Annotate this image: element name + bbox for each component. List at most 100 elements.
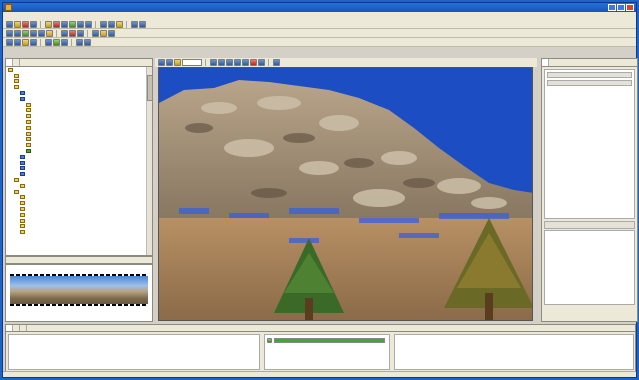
toolbar-separator [56,29,58,37]
new-icon[interactable] [6,20,13,28]
tool-icon[interactable] [61,38,68,46]
scrollbar-thumb[interactable] [147,75,153,101]
app-icon [5,4,12,11]
tool-icon[interactable] [45,38,52,46]
scan-icon [20,91,25,96]
polygon-icon[interactable] [38,29,45,37]
tree-item[interactable] [6,229,146,235]
object-button[interactable] [547,72,632,78]
menu-bar [3,12,636,20]
view-3d-icon[interactable] [166,59,173,66]
tool-icon[interactable] [84,38,91,46]
check-icon [267,337,272,343]
object-panel [541,58,638,322]
tool-icon[interactable] [53,38,60,46]
scan-viewport[interactable] [158,67,533,321]
scan-icon[interactable] [61,20,68,28]
zoom-in-icon[interactable] [210,59,217,66]
toolbar-separator [126,20,128,28]
tab-project[interactable] [6,59,13,66]
scan-image [159,68,532,320]
tool-icon[interactable] [76,38,83,46]
line-icon[interactable] [30,29,37,37]
help-icon[interactable] [139,20,146,28]
stop-icon[interactable] [53,20,60,28]
minimize-button[interactable] [608,4,616,11]
folder-icon [20,183,25,188]
folder-icon [20,224,25,229]
marker-icon[interactable] [250,59,257,66]
zoom-select[interactable] [182,59,202,66]
folder-icon [26,137,31,142]
lasso-icon[interactable] [14,29,21,37]
preview-panel [5,264,153,322]
register-icon[interactable] [69,20,76,28]
maximize-button[interactable] [617,4,625,11]
close-button[interactable] [626,4,634,11]
toolbar-separator [71,38,73,46]
mesh-icon[interactable] [85,20,92,28]
project-icon[interactable] [45,20,52,28]
rotate-icon[interactable] [77,29,84,37]
image-icon [26,149,31,154]
scan-icon [20,96,25,101]
delete-icon[interactable] [22,20,29,28]
application-window [2,2,638,378]
toolbar-separator [87,29,89,37]
folder-icon [20,212,25,217]
tab-warnings[interactable] [13,325,20,331]
display-icon[interactable] [273,59,280,66]
object-button[interactable] [547,80,632,86]
properties-body [544,230,635,305]
folder-icon [20,230,25,235]
tree-scrollbar[interactable] [146,67,153,255]
window-controls [608,4,634,11]
arrow-icon[interactable] [116,20,123,28]
camera-icon[interactable] [92,29,99,37]
measure-icon[interactable] [131,20,138,28]
open-icon[interactable] [14,20,21,28]
table-icon[interactable] [108,20,115,28]
zoom-fit-icon[interactable] [242,59,249,66]
tool-icon[interactable] [14,38,21,46]
folder-icon [14,85,19,90]
tab-objects[interactable] [542,59,549,66]
pan-icon[interactable] [234,59,241,66]
tool-icon[interactable] [6,38,13,46]
panorama-thumbnail[interactable] [10,274,148,306]
title-bar [3,3,636,12]
tool-icon[interactable] [22,38,29,46]
folder-icon [14,79,19,84]
tool-icon[interactable] [30,38,37,46]
folder-icon [14,73,19,78]
point-icon[interactable] [22,29,29,37]
select-icon[interactable] [6,29,13,37]
color-icon[interactable] [108,29,115,37]
zoom-out-icon[interactable] [218,59,225,66]
progress-fill [275,338,384,342]
progress-row [267,337,387,343]
target-icon[interactable] [46,29,53,37]
grid-icon[interactable] [100,20,107,28]
fit-icon[interactable] [61,29,68,37]
light-icon[interactable] [100,29,107,37]
toolbar-separator [40,38,42,46]
tab-scans[interactable] [13,59,20,66]
main-toolbar-2 [3,29,636,38]
tab-messages[interactable] [6,325,13,331]
folder-icon [14,189,19,194]
properties-header [544,221,635,229]
folder-icon [20,207,25,212]
tab-info[interactable] [20,325,27,331]
object-panel-footer [544,312,635,319]
view-image-icon[interactable] [174,59,181,66]
clear-icon[interactable] [69,29,76,37]
save-icon[interactable] [30,20,37,28]
filter-icon[interactable] [77,20,84,28]
main-toolbar-1 [3,20,636,29]
message-panel [5,324,636,372]
message-tabs [6,325,635,332]
view-mode-icon[interactable] [158,59,165,66]
pick-icon[interactable] [258,59,265,66]
zoom-window-icon[interactable] [226,59,233,66]
